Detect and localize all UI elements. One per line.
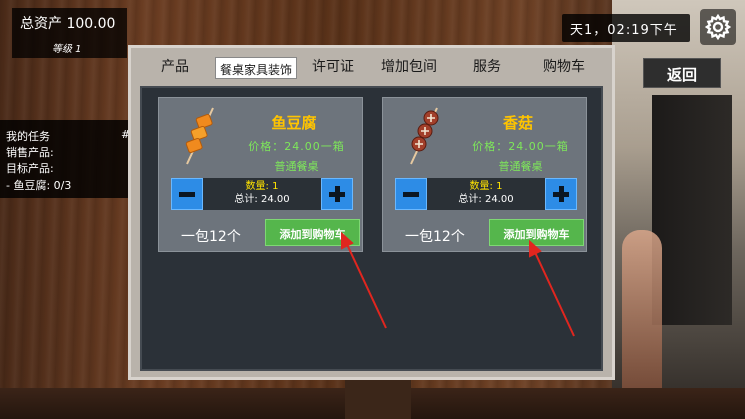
arrow-head-1 <box>341 231 354 250</box>
arrow-line-2 <box>532 247 575 337</box>
arrow-head-2 <box>529 239 542 258</box>
guide-arrows <box>341 231 575 337</box>
arrow-line-1 <box>344 239 387 329</box>
